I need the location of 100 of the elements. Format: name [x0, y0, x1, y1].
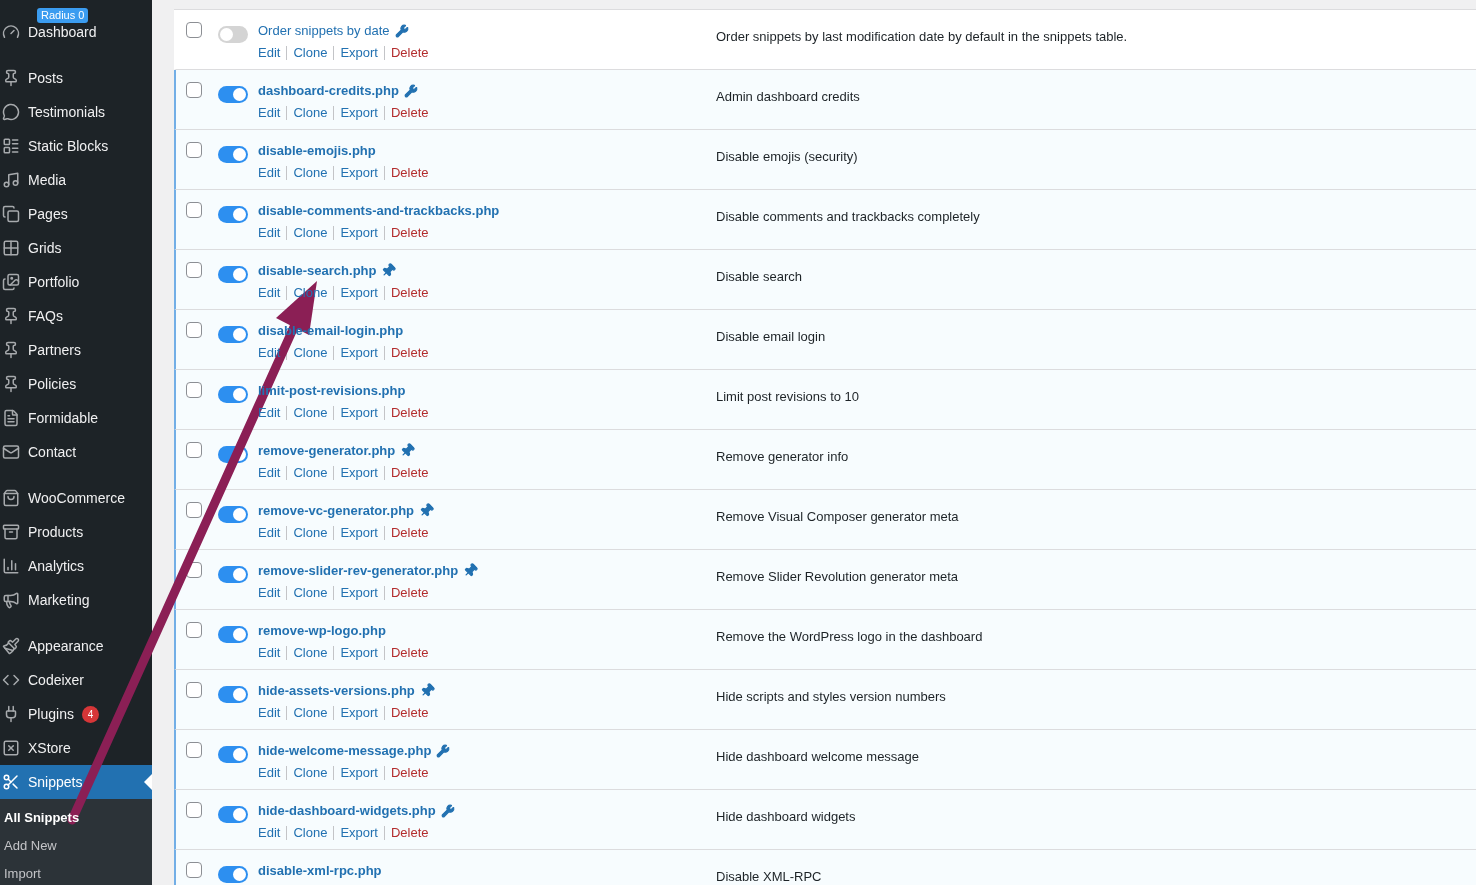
action-link[interactable]: Edit [258, 464, 281, 481]
action-link[interactable]: Export [340, 704, 378, 721]
action-link[interactable]: Edit [258, 524, 281, 541]
delete-link[interactable]: Delete [390, 344, 429, 361]
action-link[interactable]: Clone [293, 824, 328, 841]
sidebar-item[interactable]: Partners [0, 333, 152, 367]
action-link[interactable]: Edit [258, 44, 281, 61]
delete-link[interactable]: Delete [390, 164, 429, 181]
action-link[interactable]: Clone [293, 344, 328, 361]
action-link[interactable]: Clone [293, 584, 328, 601]
action-link[interactable]: Clone [293, 164, 328, 181]
delete-link[interactable]: Delete [390, 224, 429, 241]
sidebar-item[interactable]: Portfolio [0, 265, 152, 299]
active-toggle[interactable] [218, 746, 248, 763]
action-link[interactable]: Export [340, 584, 378, 601]
sidebar-item[interactable]: Codeixer [0, 663, 152, 697]
sidebar-item[interactable]: Products [0, 515, 152, 549]
active-toggle[interactable] [218, 386, 248, 403]
row-checkbox[interactable] [186, 682, 202, 698]
delete-link[interactable]: Delete [390, 464, 429, 481]
active-toggle[interactable] [218, 806, 248, 823]
action-link[interactable]: Edit [258, 644, 281, 661]
submenu-item[interactable]: Import [0, 860, 152, 885]
snippet-name-link[interactable]: remove-generator.php [258, 441, 396, 461]
snippet-name-link[interactable]: remove-wp-logo.php [258, 621, 386, 641]
sidebar-item[interactable]: FAQs [0, 299, 152, 333]
snippet-name-link[interactable]: remove-vc-generator.php [258, 501, 415, 521]
row-checkbox[interactable] [186, 322, 202, 338]
row-checkbox[interactable] [186, 502, 202, 518]
action-link[interactable]: Export [340, 104, 378, 121]
sidebar-item[interactable]: Snippets [0, 765, 152, 799]
submenu-item[interactable]: Add New [0, 832, 152, 860]
active-toggle[interactable] [218, 506, 248, 523]
active-toggle[interactable] [218, 146, 248, 163]
active-toggle[interactable] [218, 26, 248, 43]
action-link[interactable]: Export [340, 164, 378, 181]
delete-link[interactable]: Delete [390, 524, 429, 541]
action-link[interactable]: Edit [258, 704, 281, 721]
sidebar-item[interactable]: Posts [0, 61, 152, 95]
delete-link[interactable]: Delete [390, 704, 429, 721]
action-link[interactable]: Export [340, 464, 378, 481]
action-link[interactable]: Clone [293, 764, 328, 781]
row-checkbox[interactable] [186, 382, 202, 398]
action-link[interactable]: Clone [293, 404, 328, 421]
delete-link[interactable]: Delete [390, 44, 429, 61]
sidebar-item[interactable]: WooCommerce [0, 481, 152, 515]
active-toggle[interactable] [218, 866, 248, 883]
row-checkbox[interactable] [186, 742, 202, 758]
action-link[interactable]: Export [340, 824, 378, 841]
action-link[interactable]: Clone [293, 524, 328, 541]
delete-link[interactable]: Delete [390, 584, 429, 601]
action-link[interactable]: Edit [258, 764, 281, 781]
snippet-name-link[interactable]: hide-dashboard-widgets.php [258, 801, 436, 821]
action-link[interactable]: Export [340, 404, 378, 421]
row-checkbox[interactable] [186, 802, 202, 818]
sidebar-item[interactable]: Media [0, 163, 152, 197]
action-link[interactable]: Export [340, 764, 378, 781]
action-link[interactable]: Clone [293, 44, 328, 61]
delete-link[interactable]: Delete [390, 404, 429, 421]
active-toggle[interactable] [218, 626, 248, 643]
action-link[interactable]: Clone [293, 464, 328, 481]
sidebar-item[interactable]: Static Blocks [0, 129, 152, 163]
sidebar-item[interactable]: Pages [0, 197, 152, 231]
snippet-name-link[interactable]: disable-emojis.php [258, 141, 376, 161]
row-checkbox[interactable] [186, 442, 202, 458]
snippet-name-link[interactable]: hide-assets-versions.php [258, 681, 415, 701]
row-checkbox[interactable] [186, 622, 202, 638]
action-link[interactable]: Export [340, 344, 378, 361]
row-checkbox[interactable] [186, 202, 202, 218]
action-link[interactable]: Edit [258, 284, 281, 301]
sidebar-item[interactable]: Grids [0, 231, 152, 265]
action-link[interactable]: Edit [258, 404, 281, 421]
active-toggle[interactable] [218, 86, 248, 103]
row-checkbox[interactable] [186, 862, 202, 878]
action-link[interactable]: Export [340, 644, 378, 661]
action-link[interactable]: Edit [258, 584, 281, 601]
action-link[interactable]: Clone [293, 644, 328, 661]
action-link[interactable]: Edit [258, 104, 281, 121]
row-checkbox[interactable] [186, 262, 202, 278]
snippet-name-link[interactable]: dashboard-credits.php [258, 81, 399, 101]
action-link[interactable]: Clone [293, 104, 328, 121]
active-toggle[interactable] [218, 566, 248, 583]
action-link[interactable]: Edit [258, 164, 281, 181]
delete-link[interactable]: Delete [390, 764, 429, 781]
action-link[interactable]: Export [340, 224, 378, 241]
sidebar-item[interactable]: Testimonials [0, 95, 152, 129]
active-toggle[interactable] [218, 326, 248, 343]
sidebar-item[interactable]: Formidable [0, 401, 152, 435]
sidebar-item[interactable]: Plugins 4 [0, 697, 152, 731]
action-link[interactable]: Export [340, 524, 378, 541]
delete-link[interactable]: Delete [390, 644, 429, 661]
active-toggle[interactable] [218, 686, 248, 703]
action-link[interactable]: Clone [293, 224, 328, 241]
delete-link[interactable]: Delete [390, 284, 429, 301]
snippet-name-link[interactable]: disable-xml-rpc.php [258, 861, 382, 881]
delete-link[interactable]: Delete [390, 824, 429, 841]
submenu-item[interactable]: All Snippets [0, 804, 152, 832]
sidebar-item[interactable]: Contact [0, 435, 152, 469]
row-checkbox[interactable] [186, 22, 202, 38]
active-toggle[interactable] [218, 266, 248, 283]
